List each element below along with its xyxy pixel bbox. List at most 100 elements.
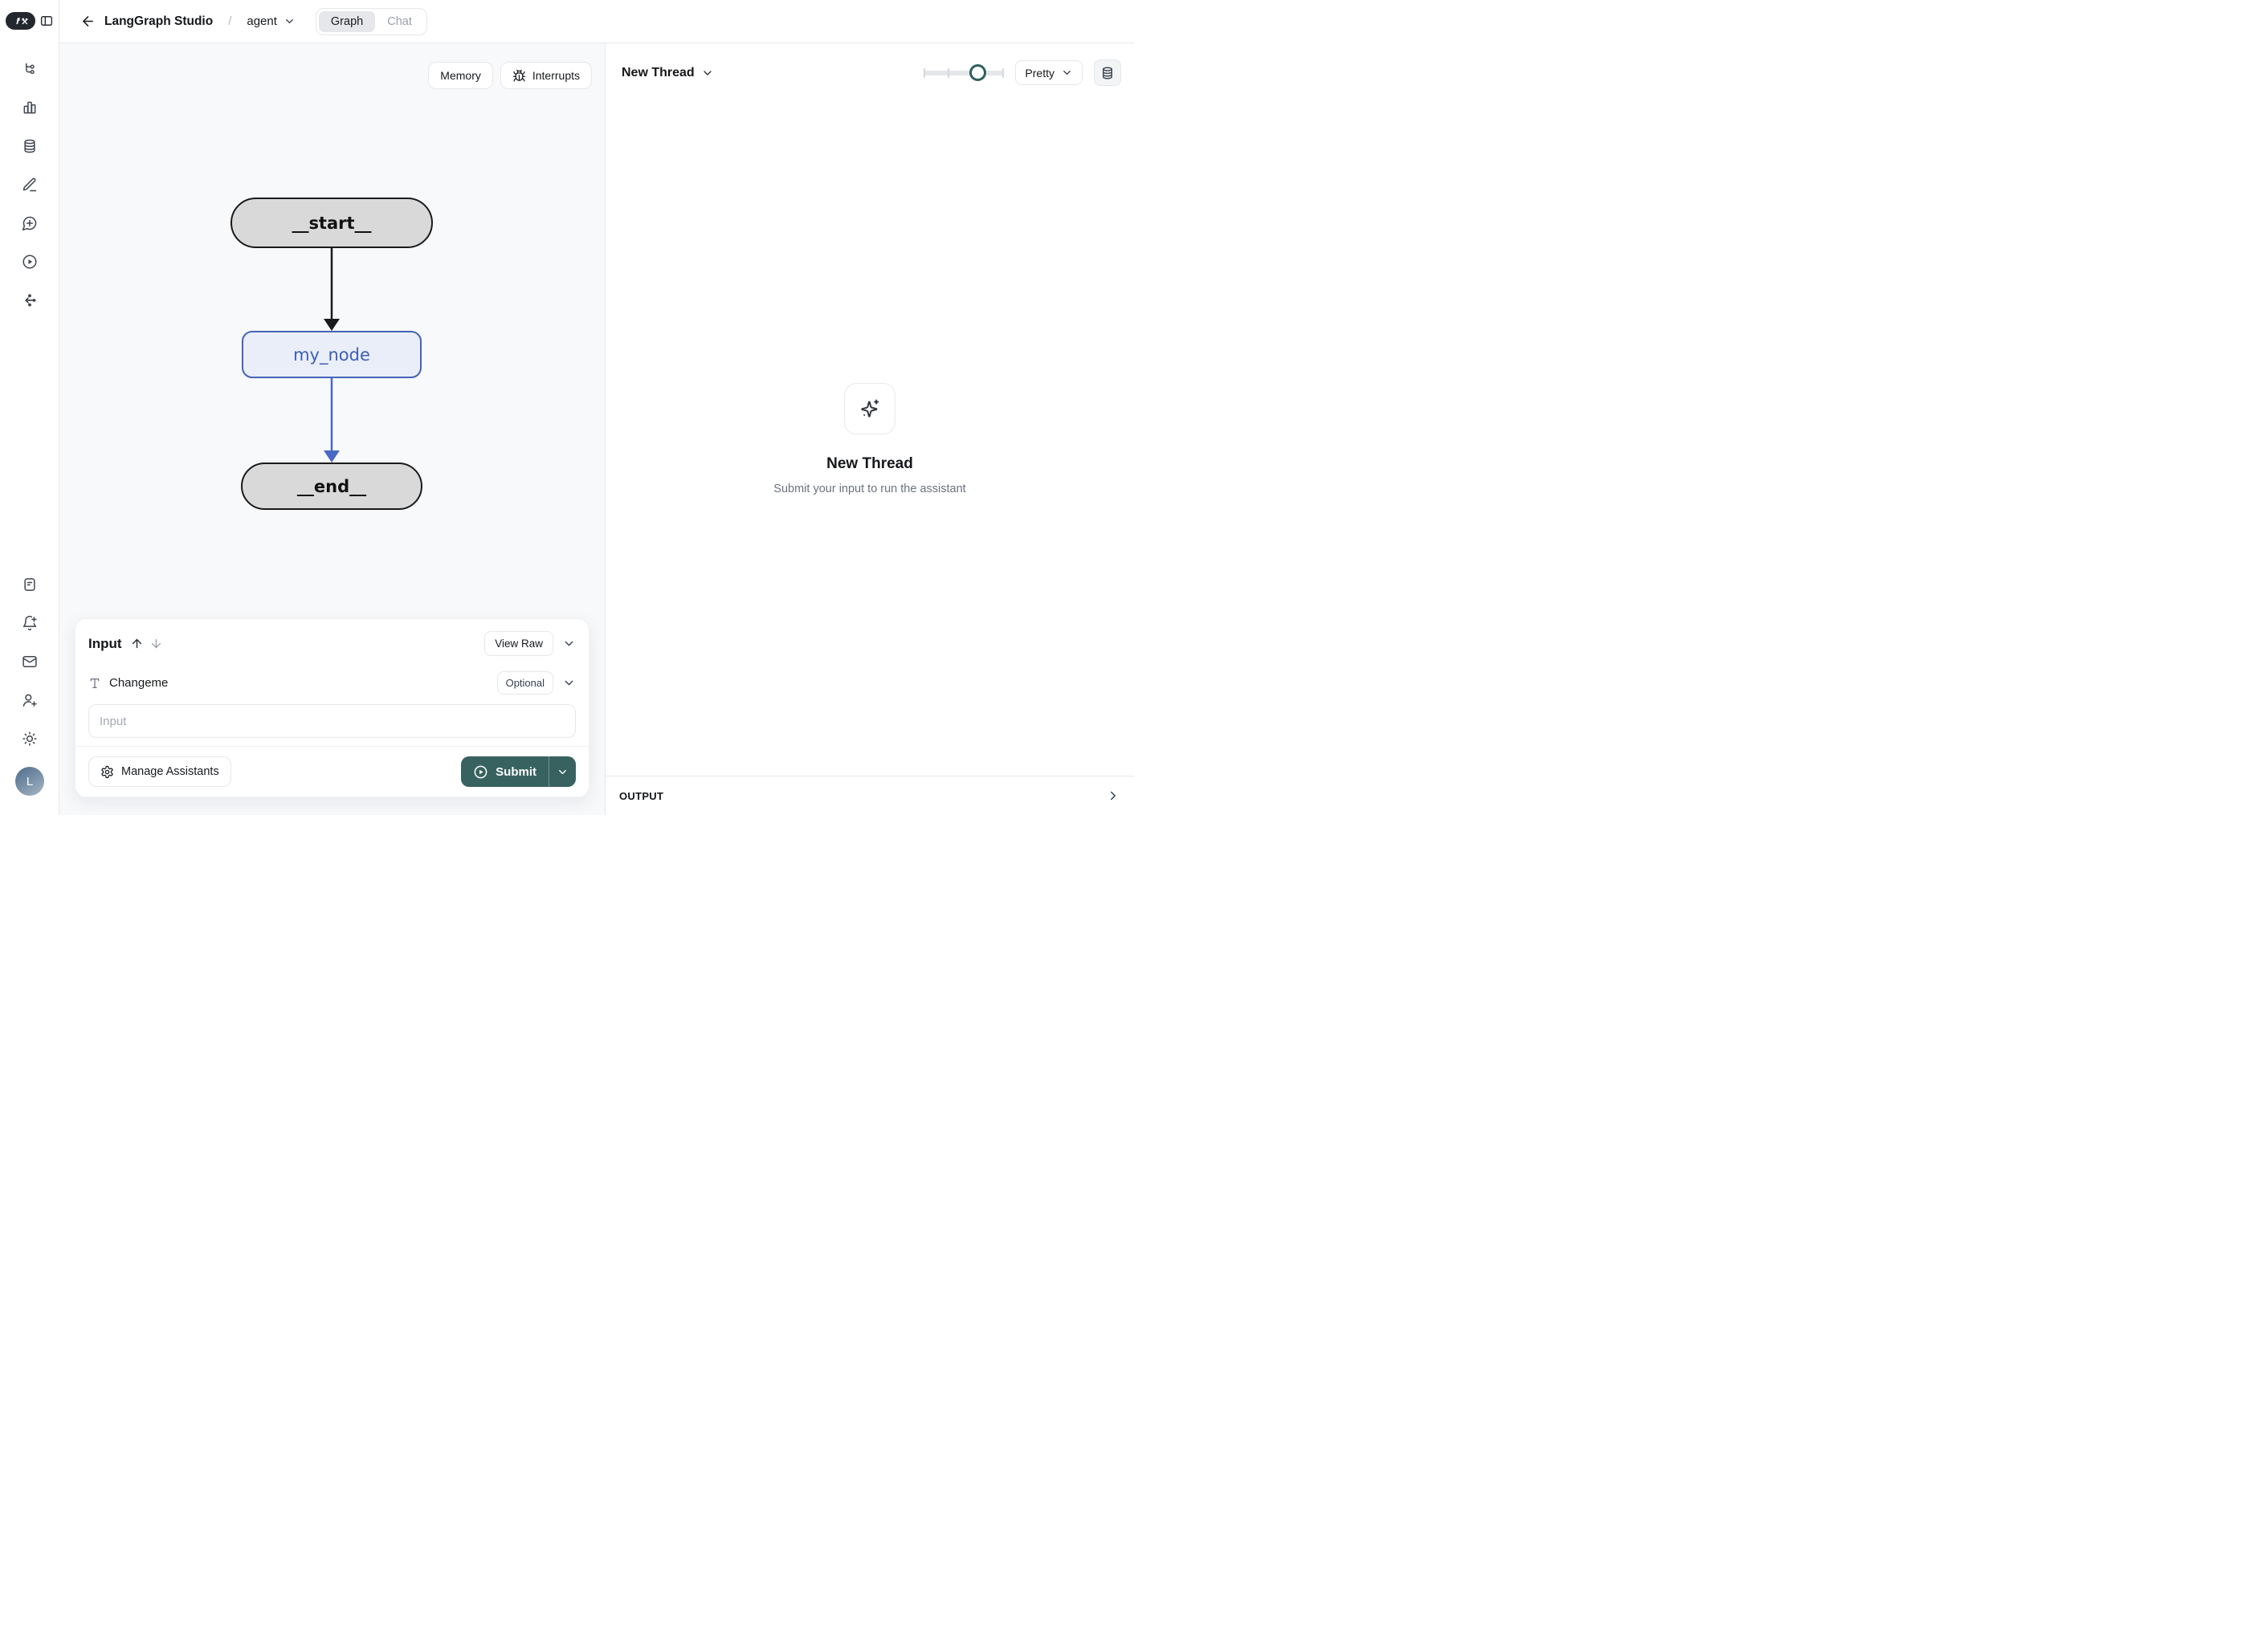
output-bar[interactable]: OUTPUT <box>606 776 1134 815</box>
user-avatar[interactable]: L <box>15 767 44 796</box>
empty-state-subtitle: Submit your input to run the assistant <box>773 483 965 495</box>
chevron-down-icon <box>701 67 714 79</box>
submit-button[interactable]: Submit <box>461 756 549 787</box>
sidebar-item-runs[interactable] <box>22 254 38 270</box>
app-window: L LangGraph Studio / agent Graph Chat Me… <box>0 0 1134 815</box>
sidebar-item-mail[interactable] <box>22 654 38 670</box>
sidebar-logo-row <box>0 12 59 30</box>
changeme-field-row: Changeme Optional <box>75 671 589 695</box>
memory-button[interactable]: Memory <box>428 62 493 89</box>
pencil-icon <box>22 177 38 193</box>
interrupts-button[interactable]: Interrupts <box>500 62 592 89</box>
render-mode-selector[interactable]: Pretty <box>1015 60 1083 85</box>
route-icon <box>22 292 38 308</box>
thread-panel: New Thread Pretty <box>605 43 1134 815</box>
sidebar-item-edit[interactable] <box>22 177 38 193</box>
play-circle-icon <box>22 254 38 270</box>
empty-state-title: New Thread <box>826 455 913 473</box>
play-circle-icon <box>473 764 488 780</box>
sidebar-item-route[interactable] <box>22 292 38 308</box>
user-avatar-initial: L <box>27 775 33 789</box>
sidebar-item-notes[interactable] <box>22 577 38 593</box>
sparkles-icon-card <box>844 383 895 434</box>
canvas-toolbar: Memory Interrupts <box>428 62 592 89</box>
bug-icon <box>512 69 526 83</box>
breadcrumb-separator: / <box>228 14 231 28</box>
view-raw-button[interactable]: View Raw <box>484 631 553 656</box>
langgraph-studio-logo-icon[interactable] <box>6 12 35 30</box>
tab-chat[interactable]: Chat <box>375 11 424 32</box>
graph-node-end-label: __end__ <box>297 477 366 496</box>
graph-node-start-label: __start__ <box>292 214 371 233</box>
chevron-down-icon <box>562 676 576 690</box>
chevron-down-icon <box>557 766 569 778</box>
database-icon <box>1100 66 1115 80</box>
sidebar-toggle-icon[interactable] <box>39 14 54 28</box>
thread-empty-state: New Thread Submit your input to run the … <box>606 383 1134 495</box>
database-icon <box>22 138 38 154</box>
memory-button-label: Memory <box>440 69 481 82</box>
sidebar-item-workflow[interactable] <box>22 61 38 77</box>
output-label: OUTPUT <box>619 790 663 802</box>
slider-track <box>924 71 1004 75</box>
user-plus-icon <box>22 692 38 708</box>
graph-node-my-node-label: my_node <box>293 345 370 365</box>
page-title: LangGraph Studio <box>104 14 213 29</box>
render-mode-label: Pretty <box>1025 67 1054 79</box>
input-panel-title: Input <box>88 636 122 652</box>
sidebar-item-invite[interactable] <box>22 692 38 708</box>
graph-canvas[interactable]: Memory Interrupts __start__ my_node <box>59 43 605 815</box>
header: LangGraph Studio / agent Graph Chat <box>59 0 1134 43</box>
sidebar-item-new-chat[interactable] <box>22 215 38 231</box>
graph-node-my-node[interactable]: my_node <box>242 331 422 378</box>
mail-icon <box>22 654 38 670</box>
chevron-down-icon <box>1061 67 1073 79</box>
back-button[interactable] <box>80 14 96 29</box>
input-panel: Input View Raw <box>75 618 589 797</box>
chevron-right-icon <box>1106 789 1120 803</box>
agent-selector[interactable]: agent <box>247 14 296 28</box>
bar-chart-icon <box>22 100 38 116</box>
submit-split-button: Submit <box>461 756 576 787</box>
collapse-field-button[interactable] <box>562 676 576 690</box>
collapse-input-panel-button[interactable] <box>562 637 576 650</box>
message-plus-icon <box>22 215 38 231</box>
sidebar-item-database[interactable] <box>22 138 38 154</box>
thread-selector-label: New Thread <box>622 66 695 80</box>
optional-badge: Optional <box>497 671 553 695</box>
tab-graph[interactable]: Graph <box>319 11 375 32</box>
state-database-button[interactable] <box>1094 59 1121 86</box>
notes-icon <box>22 577 38 593</box>
sidebar-nav-top <box>0 61 59 308</box>
chevron-down-icon <box>562 637 576 650</box>
move-down-button[interactable] <box>149 637 163 650</box>
changeme-field-actions: Optional <box>497 671 576 695</box>
arrow-down-icon <box>149 637 163 650</box>
type-icon <box>88 677 101 690</box>
slider-tick <box>1002 68 1004 78</box>
sparkles-icon <box>859 397 881 420</box>
submit-button-label: Submit <box>496 765 536 779</box>
sidebar-item-notifications[interactable] <box>22 615 38 631</box>
gear-icon <box>100 765 114 779</box>
edge-end-arrowhead-icon <box>324 450 340 463</box>
move-up-button[interactable] <box>130 637 144 650</box>
sidebar: L <box>0 0 59 815</box>
sidebar-item-theme[interactable] <box>22 731 38 747</box>
changeme-input[interactable] <box>88 704 576 738</box>
bell-plus-icon <box>22 615 38 631</box>
input-panel-header: Input View Raw <box>75 619 589 656</box>
chevron-down-icon <box>284 15 296 27</box>
input-panel-header-actions: View Raw <box>484 631 576 656</box>
sidebar-item-bar-chart[interactable] <box>22 100 38 116</box>
detail-level-slider[interactable] <box>924 64 1004 82</box>
input-panel-footer: Manage Assistants Submit <box>75 746 589 797</box>
slider-handle[interactable] <box>969 64 986 81</box>
submit-options-button[interactable] <box>549 756 576 787</box>
thread-selector[interactable]: New Thread <box>622 66 714 80</box>
graph-node-end[interactable]: __end__ <box>241 463 422 510</box>
manage-assistants-button[interactable]: Manage Assistants <box>88 756 231 787</box>
graph-node-start[interactable]: __start__ <box>230 198 433 248</box>
agent-selector-label: agent <box>247 14 277 28</box>
view-mode-tabs: Graph Chat <box>316 8 427 35</box>
